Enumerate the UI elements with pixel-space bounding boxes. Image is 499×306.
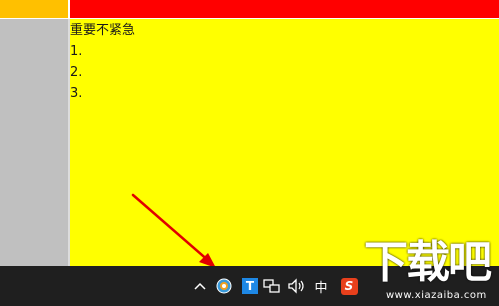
t-app-label: T [242, 278, 258, 294]
note-item-3[interactable]: 3. [70, 85, 82, 102]
note-title[interactable]: 重要不紧急 [70, 22, 135, 39]
note-item-1[interactable]: 1. [70, 43, 82, 60]
chevron-up-icon[interactable] [192, 275, 208, 297]
header-red-bar [70, 0, 499, 18]
sogou-icon[interactable]: S [338, 275, 360, 297]
watermark-logo: 下载吧 [364, 237, 492, 288]
note-item-2[interactable]: 2. [70, 64, 82, 81]
t-app-icon[interactable]: T [240, 275, 260, 297]
volume-icon[interactable] [286, 275, 308, 297]
watermark-url: www.xiazaiba.com [386, 290, 487, 301]
watermark: 下载吧 www.xiazaiba.com [360, 238, 499, 306]
sogou-label: S [340, 277, 358, 295]
sidebar-panel [0, 19, 68, 266]
ime-indicator[interactable]: 中 [312, 275, 330, 297]
sticky-note[interactable]: 重要不紧急 1. 2. 3. [70, 19, 499, 266]
header-left-block [0, 0, 68, 18]
network-icon[interactable] [262, 275, 282, 297]
browser-icon[interactable] [214, 275, 234, 297]
